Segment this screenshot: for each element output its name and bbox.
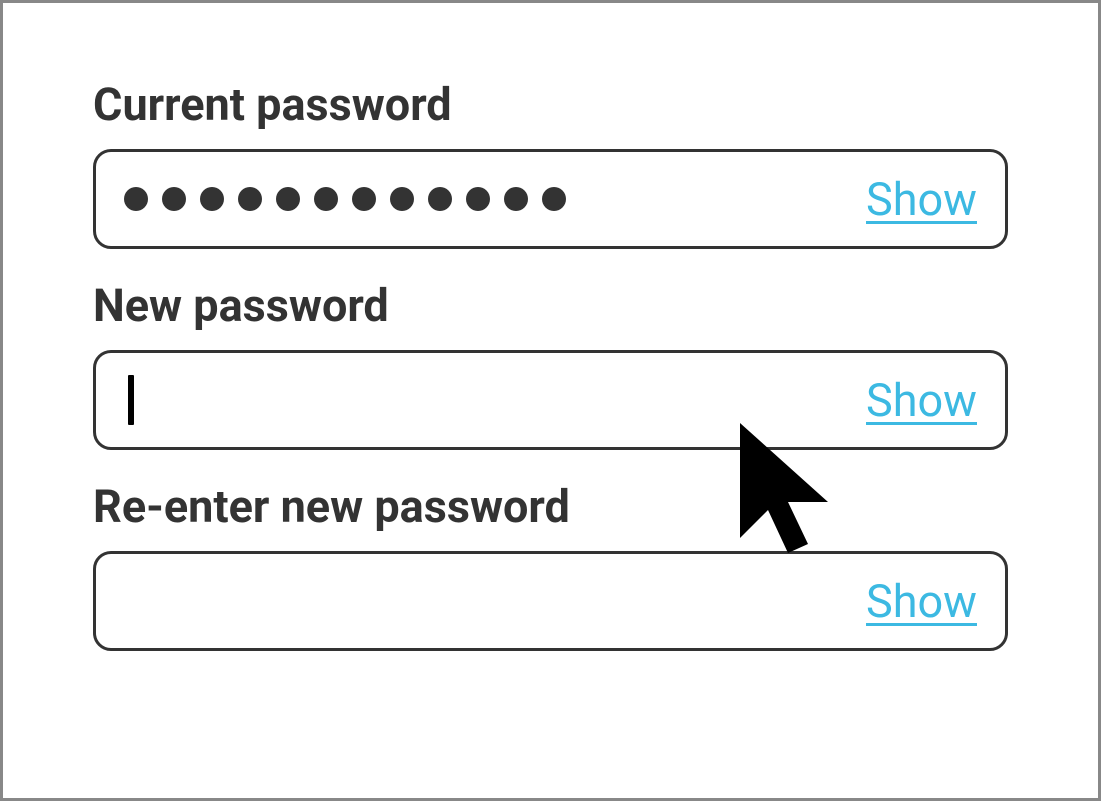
current-password-value xyxy=(124,152,866,246)
text-caret-icon xyxy=(128,375,134,425)
password-change-form: Current password Show New password Show … xyxy=(0,0,1101,801)
current-password-label: Current password xyxy=(93,78,1008,131)
reenter-password-value xyxy=(124,554,866,648)
current-password-input[interactable]: Show xyxy=(93,149,1008,249)
reenter-password-input[interactable]: Show xyxy=(93,551,1008,651)
password-mask-dots xyxy=(124,187,566,211)
new-password-label: New password xyxy=(93,279,1008,332)
new-password-value xyxy=(124,353,866,447)
new-password-input[interactable]: Show xyxy=(93,350,1008,450)
reenter-password-show-button[interactable]: Show xyxy=(866,575,977,628)
new-password-group: New password Show xyxy=(93,279,1008,450)
reenter-password-label: Re-enter new password xyxy=(93,480,1008,533)
reenter-password-group: Re-enter new password Show xyxy=(93,480,1008,651)
current-password-show-button[interactable]: Show xyxy=(866,173,977,226)
current-password-group: Current password Show xyxy=(93,78,1008,249)
new-password-show-button[interactable]: Show xyxy=(866,374,977,427)
